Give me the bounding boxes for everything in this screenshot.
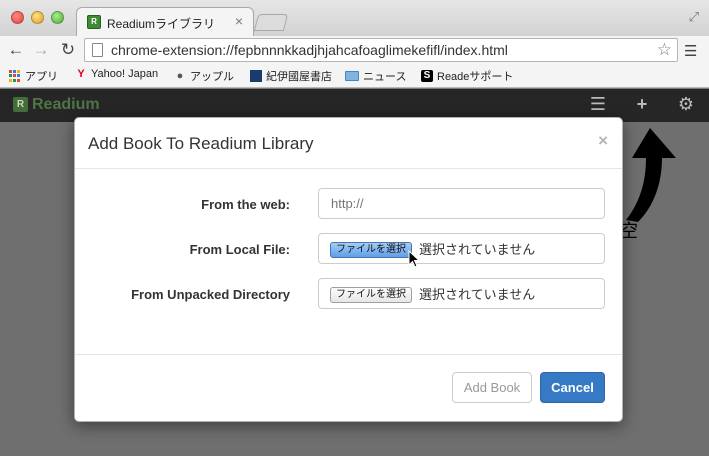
bookmark-label: アップル <box>190 71 234 83</box>
cancel-button[interactable]: Cancel <box>540 372 605 403</box>
readium-logo-icon: R <box>13 97 28 112</box>
web-url-input[interactable] <box>318 188 605 219</box>
yahoo-icon: Y <box>77 68 85 80</box>
folder-icon <box>345 71 359 81</box>
bookmark-apps[interactable]: アプリ <box>9 68 58 84</box>
bookmark-label: アプリ <box>25 71 58 83</box>
window-titlebar: R Readiumライブラリ × ⤢ <box>0 0 709 36</box>
s-logo-icon: S <box>421 70 433 82</box>
forward-arrow-icon[interactable]: → <box>31 40 51 60</box>
add-book-button[interactable]: Add Book <box>452 372 532 403</box>
fullscreen-icon[interactable]: ⤢ <box>689 9 699 25</box>
local-file-field: ファイルを選択 選択されていません <box>318 233 605 264</box>
page-icon <box>92 43 103 57</box>
new-tab-button[interactable] <box>253 14 289 31</box>
browser-toolbar: ← → ↻ chrome-extension://fepbnnnkkadjhja… <box>0 36 709 64</box>
kinokuniya-icon <box>250 70 262 82</box>
bookmark-reader-support[interactable]: S Readeサポート <box>421 68 513 84</box>
chrome-menu-icon[interactable]: ☰ <box>684 42 697 60</box>
bookmark-yahoo[interactable]: Y Yahoo! Japan <box>75 68 158 80</box>
reload-icon[interactable]: ↻ <box>58 40 78 60</box>
app-logo-text[interactable]: Readium <box>32 96 100 114</box>
mouse-cursor-icon <box>408 250 420 268</box>
modal-close-icon[interactable]: × <box>598 131 608 151</box>
bookmark-star-icon[interactable]: ☆ <box>657 40 672 60</box>
modal-title: Add Book To Readium Library <box>88 134 314 153</box>
unpacked-directory-label: From Unpacked Directory <box>131 287 290 302</box>
local-file-label: From Local File: <box>189 242 290 257</box>
tab-title: Readiumライブラリ <box>107 17 216 31</box>
address-url[interactable]: chrome-extension://fepbnnnkkadjhjahcafoa… <box>111 42 508 58</box>
hint-arrow-icon <box>626 128 676 222</box>
local-file-choose-button[interactable]: ファイルを選択 <box>330 242 412 258</box>
settings-gear-icon[interactable]: ⚙ <box>674 94 698 115</box>
apple-icon: ● <box>176 70 184 82</box>
modal-footer: Add Book Cancel <box>75 354 622 423</box>
local-file-status: 選択されていません <box>419 242 536 257</box>
tab-close-icon[interactable]: × <box>235 13 243 29</box>
bookmark-apple[interactable]: ● アップル <box>174 68 234 84</box>
directory-choose-button[interactable]: ファイルを選択 <box>330 287 412 303</box>
bookmarks-bar: アプリ Y Yahoo! Japan ● アップル 紀伊國屋書店 ニュース S … <box>0 64 709 88</box>
window-maximize-button[interactable] <box>51 11 64 24</box>
window-close-button[interactable] <box>11 11 24 24</box>
unpacked-directory-field: ファイルを選択 選択されていません <box>318 278 605 309</box>
apps-grid-icon <box>9 70 21 82</box>
browser-tab[interactable]: R Readiumライブラリ × <box>76 7 254 36</box>
back-arrow-icon[interactable]: ← <box>6 40 26 60</box>
bookmark-label: Yahoo! Japan <box>91 68 159 80</box>
add-book-modal: Add Book To Readium Library × From the w… <box>74 117 623 422</box>
bookmark-label: ニュース <box>363 71 407 83</box>
directory-status: 選択されていません <box>419 287 536 302</box>
bookmark-label: Readeサポート <box>437 71 514 83</box>
bookmark-news-folder[interactable]: ニュース <box>345 68 406 84</box>
window-minimize-button[interactable] <box>31 11 44 24</box>
list-view-icon[interactable]: ☰ <box>586 94 610 115</box>
address-bar[interactable]: chrome-extension://fepbnnnkkadjhjahcafoa… <box>84 38 678 62</box>
bookmark-label: 紀伊國屋書店 <box>266 71 332 83</box>
web-url-label: From the web: <box>201 197 290 212</box>
modal-header: Add Book To Readium Library × <box>75 118 622 169</box>
bookmark-kinokuniya[interactable]: 紀伊國屋書店 <box>250 68 332 84</box>
readium-favicon-icon: R <box>87 15 101 29</box>
add-book-icon[interactable]: + <box>630 94 654 115</box>
